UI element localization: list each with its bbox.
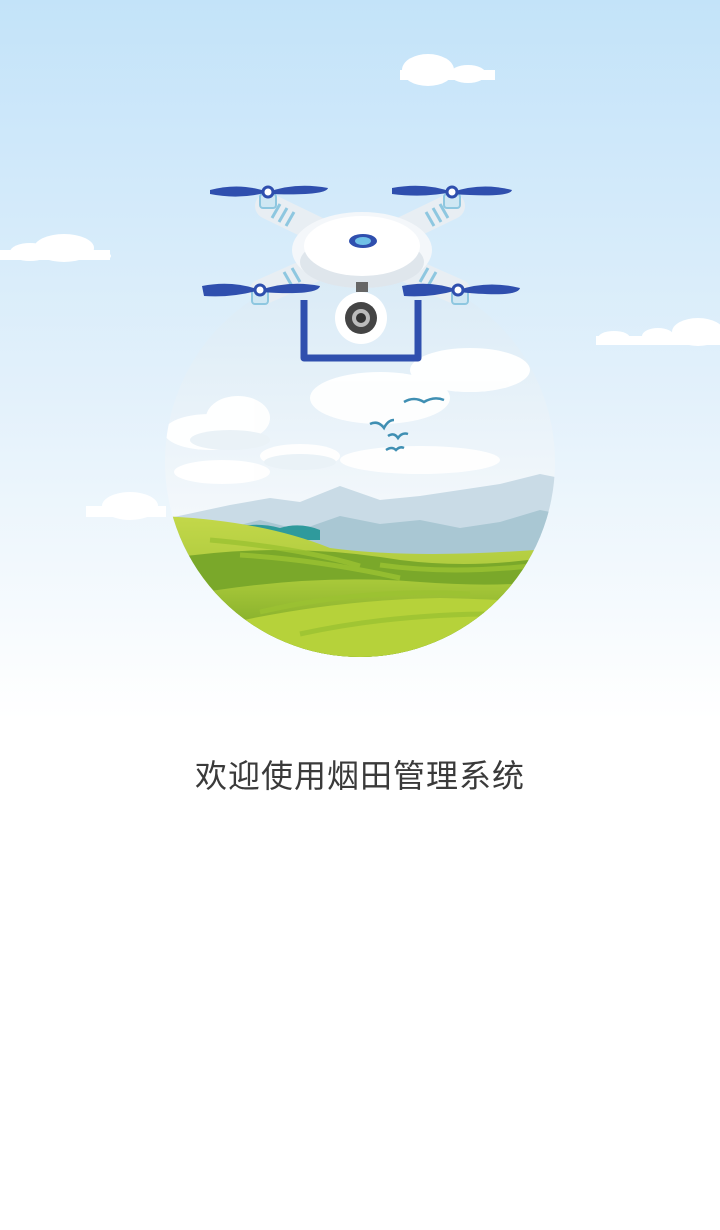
splash-illustration [0,0,720,720]
welcome-title: 欢迎使用烟田管理系统 [194,757,525,795]
splash-screen: 欢迎使用烟田管理系统 [0,0,720,1230]
